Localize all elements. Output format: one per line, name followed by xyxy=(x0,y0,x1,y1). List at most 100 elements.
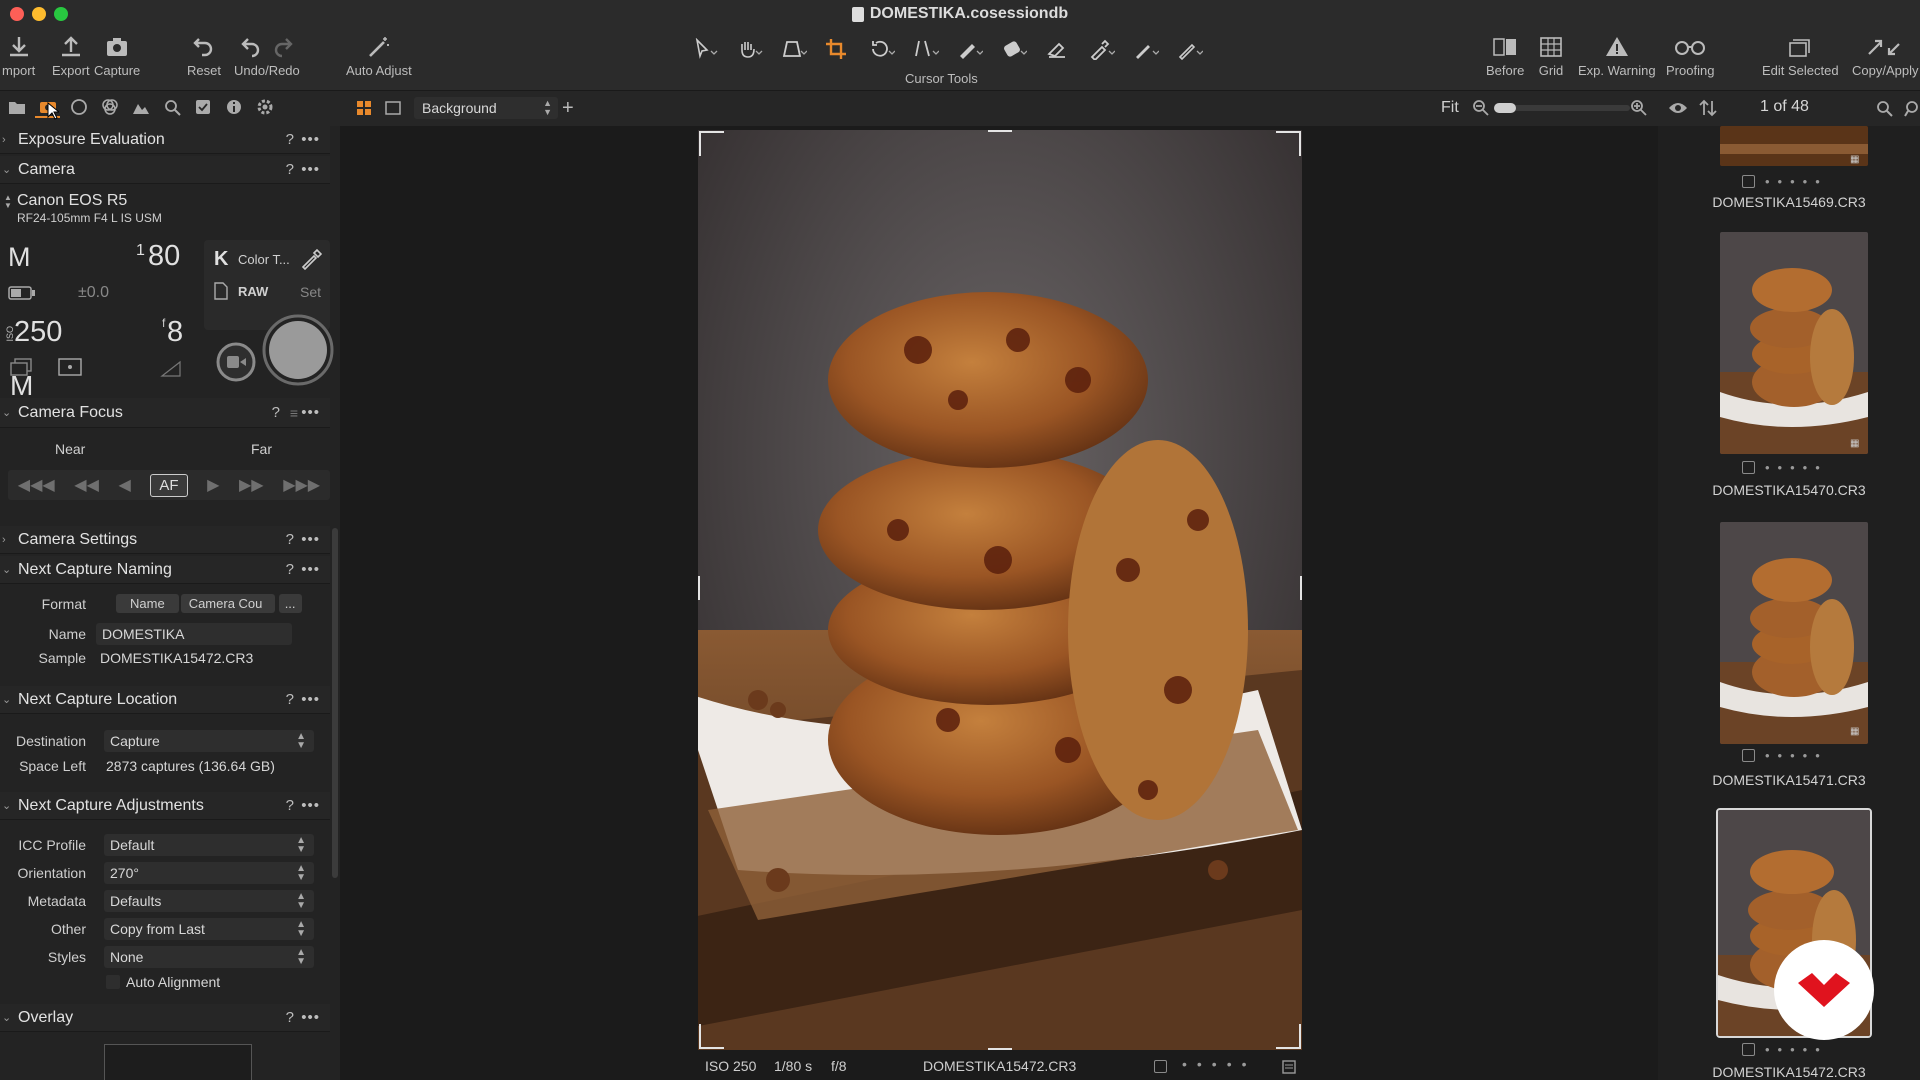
more-icon[interactable]: ••• xyxy=(301,531,320,548)
file-format[interactable]: RAW xyxy=(238,284,268,299)
panel-scrollbar[interactable] xyxy=(332,528,338,878)
format-more-button[interactable]: ... xyxy=(278,594,302,613)
metadata-select[interactable]: Defaults ▲ ▼ xyxy=(104,890,314,912)
styles-select[interactable]: None ▲ ▼ xyxy=(104,946,314,968)
focus-near-large-icon[interactable]: ◀◀◀ xyxy=(18,475,55,495)
more-icon[interactable]: ••• xyxy=(301,561,320,578)
brush-icon[interactable] xyxy=(954,36,986,62)
import-button[interactable]: mport xyxy=(2,34,35,78)
undo-icon[interactable] xyxy=(238,34,264,60)
fit-label[interactable]: Fit xyxy=(1441,99,1459,117)
focus-far-small-icon[interactable]: ▶ xyxy=(207,475,219,495)
thumbnail-checkbox[interactable] xyxy=(1742,1043,1755,1056)
next-capture-naming-header[interactable]: ⌄ Next Capture Naming ? ••• xyxy=(0,556,330,584)
zoom-out-icon[interactable] xyxy=(1472,99,1490,122)
main-photo[interactable] xyxy=(698,130,1302,1050)
help-icon[interactable]: ? xyxy=(286,131,294,148)
next-capture-location-header[interactable]: ⌄ Next Capture Location ? ••• xyxy=(0,686,330,714)
capture-button[interactable]: Capture xyxy=(94,34,140,78)
autofocus-button[interactable]: AF xyxy=(150,473,188,497)
help-icon[interactable]: ? xyxy=(286,691,294,708)
exposure-evaluation-header[interactable]: › Exposure Evaluation ? ••• xyxy=(0,126,330,154)
zoom-button[interactable] xyxy=(54,7,68,21)
proofing-button[interactable]: Proofing xyxy=(1666,34,1714,78)
thumbnail-1[interactable] xyxy=(1720,126,1868,166)
focus-far-large-icon[interactable]: ▶▶▶ xyxy=(283,475,320,495)
multi-view-icon[interactable] xyxy=(356,100,372,121)
auto-adjust-button[interactable]: Auto Adjust xyxy=(346,34,412,78)
export-button[interactable]: Export xyxy=(52,34,90,78)
auto-alignment-checkbox[interactable] xyxy=(106,975,120,989)
keystone-icon[interactable] xyxy=(778,36,810,62)
help-icon[interactable]: ? xyxy=(286,1009,294,1026)
zoom-browser-icon[interactable] xyxy=(1904,100,1920,123)
close-button[interactable] xyxy=(10,7,24,21)
more-icon[interactable]: ••• xyxy=(301,131,320,148)
shutter-denominator[interactable]: 80 xyxy=(148,240,180,273)
focus-near-small-icon[interactable]: ◀ xyxy=(118,475,130,495)
af-mode-icon[interactable] xyxy=(160,358,182,383)
pan-hand-icon[interactable] xyxy=(734,36,766,62)
format-token-name[interactable]: Name xyxy=(116,594,179,613)
thumbnail-4-rating[interactable]: ••••• xyxy=(1742,1042,1828,1057)
more-icon[interactable]: ••• xyxy=(301,691,320,708)
spot-removal-icon[interactable] xyxy=(1174,36,1206,62)
eraser-icon[interactable] xyxy=(1042,36,1074,62)
set-button[interactable]: Set xyxy=(300,284,321,300)
crop-icon[interactable] xyxy=(822,36,854,62)
single-view-icon[interactable] xyxy=(385,100,401,121)
eyedropper-icon[interactable] xyxy=(300,248,323,275)
more-icon[interactable]: ••• xyxy=(301,161,320,178)
search-icon[interactable] xyxy=(1876,100,1894,123)
status-select-checkbox[interactable] xyxy=(1154,1060,1167,1073)
help-icon[interactable]: ? xyxy=(286,561,294,578)
icc-profile-select[interactable]: Default ▲ ▼ xyxy=(104,834,314,856)
thumbnail-2[interactable] xyxy=(1720,232,1868,454)
gradient-icon[interactable] xyxy=(998,36,1030,62)
minimize-button[interactable] xyxy=(32,7,46,21)
status-info-icon[interactable] xyxy=(1282,1060,1296,1077)
lens-tab-icon[interactable] xyxy=(66,96,91,118)
help-icon[interactable]: ? xyxy=(286,161,294,178)
camera-header[interactable]: ⌄ Camera ? ••• xyxy=(0,156,330,184)
metering-icon[interactable] xyxy=(58,358,84,383)
zoom-in-icon[interactable] xyxy=(1630,99,1648,122)
sort-icon[interactable] xyxy=(1699,99,1717,122)
overlay-header[interactable]: ⌄ Overlay ? ••• xyxy=(0,1004,330,1032)
shutter-release-button[interactable] xyxy=(262,314,334,391)
help-icon[interactable]: ? xyxy=(272,404,280,421)
destination-select[interactable]: Capture ▲ ▼ xyxy=(104,730,314,752)
iso-value[interactable]: 250 xyxy=(14,316,62,349)
video-record-button[interactable] xyxy=(216,342,256,387)
thumbnail-checkbox[interactable] xyxy=(1742,749,1755,762)
aperture-value[interactable]: 8 xyxy=(167,316,183,349)
camera-settings-header[interactable]: › Camera Settings ? ••• xyxy=(0,526,330,554)
edit-selected-button[interactable]: Edit Selected xyxy=(1762,34,1839,78)
more-icon[interactable]: ••• xyxy=(301,1009,320,1026)
name-input[interactable]: DOMESTIKA xyxy=(96,623,292,645)
copy-apply-button[interactable]: Copy/Apply xyxy=(1852,34,1918,78)
thumbnail-checkbox[interactable] xyxy=(1742,461,1755,474)
focus-near-medium-icon[interactable]: ◀◀ xyxy=(74,475,99,495)
annotation-pen-icon[interactable] xyxy=(1130,36,1162,62)
status-rating-dots[interactable]: ••••• xyxy=(1182,1056,1257,1072)
layer-select[interactable]: Background ▲ ▼ xyxy=(414,97,558,119)
thumbnail-3[interactable] xyxy=(1720,522,1868,744)
more-icon[interactable]: ••• xyxy=(301,797,320,814)
before-button[interactable]: Before xyxy=(1486,34,1524,78)
undo-redo-button[interactable]: Undo/Redo xyxy=(234,34,300,78)
thumbnail-checkbox[interactable] xyxy=(1742,175,1755,188)
redo-icon[interactable] xyxy=(270,34,296,60)
focus-far-medium-icon[interactable]: ▶▶ xyxy=(239,475,264,495)
exp-warning-button[interactable]: Exp. Warning xyxy=(1578,34,1656,78)
picker-icon[interactable] xyxy=(1086,36,1118,62)
color-tab-icon[interactable] xyxy=(97,96,122,118)
help-icon[interactable]: ? xyxy=(286,531,294,548)
rotate-icon[interactable] xyxy=(866,36,898,62)
metadata-tab-icon[interactable] xyxy=(221,96,246,118)
reset-button[interactable]: Reset xyxy=(187,34,221,78)
drive-mode-icon[interactable] xyxy=(10,358,34,383)
zoom-slider-knob[interactable] xyxy=(1494,103,1516,113)
exposure-tab-icon[interactable] xyxy=(128,96,153,118)
add-layer-icon[interactable]: + xyxy=(562,98,574,118)
